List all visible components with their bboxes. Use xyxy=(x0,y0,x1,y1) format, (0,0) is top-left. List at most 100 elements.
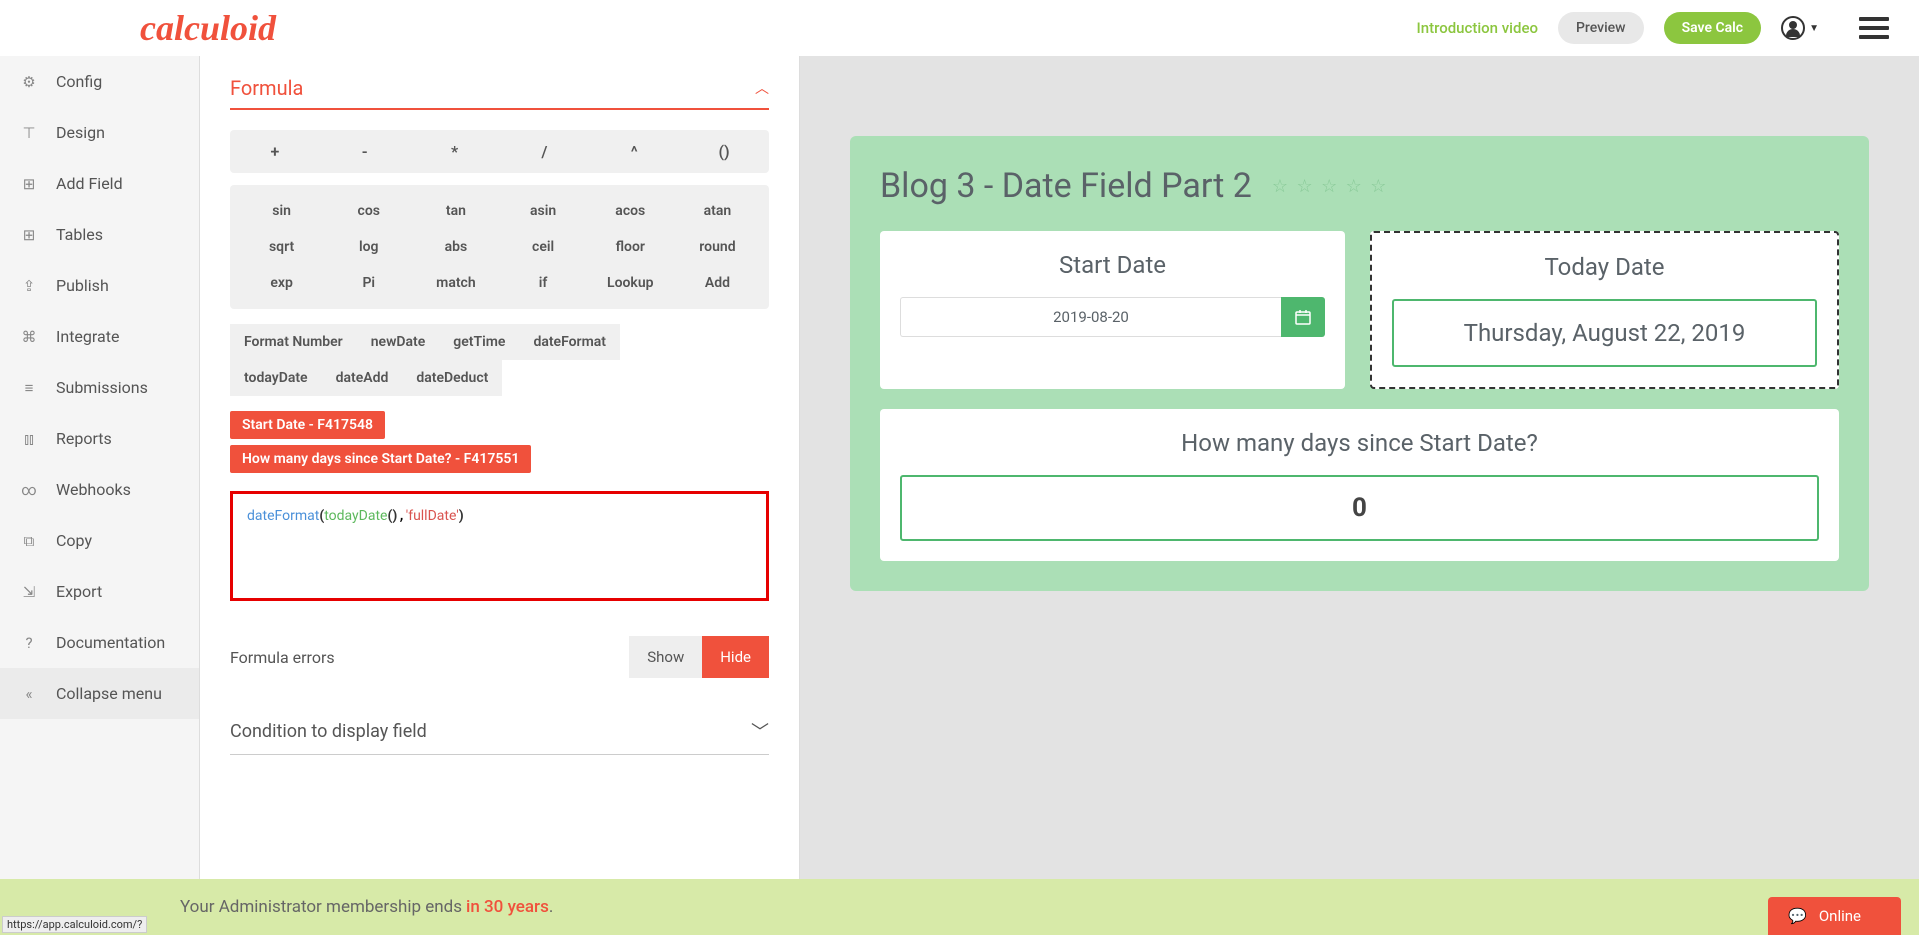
fn-atan[interactable]: atan xyxy=(674,193,761,229)
today-date-value: Thursday, August 22, 2019 xyxy=(1392,299,1817,367)
sidebar-label: Webhooks xyxy=(56,480,131,499)
condition-section-header[interactable]: Condition to display field ﹀ xyxy=(230,718,769,755)
fn-round[interactable]: round xyxy=(674,229,761,265)
op-minus[interactable]: - xyxy=(320,130,410,173)
fn-tan[interactable]: tan xyxy=(412,193,499,229)
calculator-title: Blog 3 - Date Field Part 2 xyxy=(880,166,1252,206)
sidebar-label: Add Field xyxy=(56,174,123,193)
webhooks-icon: ∞ xyxy=(20,481,38,499)
sidebar-item-config[interactable]: ⚙Config xyxy=(0,56,199,107)
preview-button[interactable]: Preview xyxy=(1558,12,1644,44)
op-parens[interactable]: () xyxy=(679,130,769,173)
chat-icon: 💬 xyxy=(1788,907,1807,925)
sidebar-item-copy[interactable]: ⧉Copy xyxy=(0,515,199,566)
start-date-title: Start Date xyxy=(900,251,1325,279)
sidebar-item-tables[interactable]: ⊞Tables xyxy=(0,209,199,260)
function-grid: sin cos tan asin acos atan sqrt log abs … xyxy=(230,185,769,309)
calculator-container: Blog 3 - Date Field Part 2 ☆ ☆ ☆ ☆ ☆ Sta… xyxy=(850,136,1869,591)
fn-exp[interactable]: exp xyxy=(238,265,325,301)
export-icon: ⇲ xyxy=(20,583,38,601)
formula-section-header[interactable]: Formula ︿ xyxy=(230,76,769,110)
reports-icon: ⫾⫾ xyxy=(20,430,38,448)
sidebar-item-add-field[interactable]: ⊞Add Field xyxy=(0,158,199,209)
result-title: How many days since Start Date? xyxy=(900,429,1819,457)
fn-todaydate[interactable]: todayDate xyxy=(230,360,322,396)
chevron-up-icon: ︿ xyxy=(755,78,769,98)
status-link: https://app.calculoid.com/? xyxy=(2,916,147,933)
sidebar-item-design[interactable]: ⊤Design xyxy=(0,107,199,158)
today-date-card[interactable]: Today Date Thursday, August 22, 2019 xyxy=(1370,231,1839,389)
result-card[interactable]: How many days since Start Date? 0 xyxy=(880,409,1839,561)
field-tags: Start Date - F417548 How many days since… xyxy=(230,411,769,473)
fn-gettime[interactable]: getTime xyxy=(439,324,519,360)
fn-pi[interactable]: Pi xyxy=(325,265,412,301)
fn-sin[interactable]: sin xyxy=(238,193,325,229)
sidebar-label: Config xyxy=(56,72,102,91)
calendar-button[interactable] xyxy=(1281,297,1325,337)
field-tag-days-since[interactable]: How many days since Start Date? - F41755… xyxy=(230,445,531,473)
fn-datededuct[interactable]: dateDeduct xyxy=(402,360,502,396)
fn-acos[interactable]: acos xyxy=(587,193,674,229)
fn-dateformat[interactable]: dateFormat xyxy=(519,324,620,360)
sidebar-item-integrate[interactable]: ⌘ Integrate xyxy=(0,311,199,362)
sidebar-label: Integrate xyxy=(56,327,119,346)
sidebar-item-publish[interactable]: ⇪Publish xyxy=(0,260,199,311)
logo[interactable]: calculoid xyxy=(140,7,276,49)
hide-errors-button[interactable]: Hide xyxy=(702,636,769,678)
sidebar-item-export[interactable]: ⇲Export xyxy=(0,566,199,617)
fn-format-number[interactable]: Format Number xyxy=(230,324,357,360)
copy-icon: ⧉ xyxy=(20,532,38,550)
fn-lookup[interactable]: Lookup xyxy=(587,265,674,301)
rating-stars[interactable]: ☆ ☆ ☆ ☆ ☆ xyxy=(1272,176,1389,197)
fn-match[interactable]: match xyxy=(412,265,499,301)
fn-ceil[interactable]: ceil xyxy=(500,229,587,265)
fn-newdate[interactable]: newDate xyxy=(357,324,440,360)
membership-bar: Your Administrator membership ends in 30… xyxy=(0,879,1919,935)
sidebar-label: Documentation xyxy=(56,633,165,652)
field-tag-start-date[interactable]: Start Date - F417548 xyxy=(230,411,385,439)
hamburger-menu[interactable] xyxy=(1859,17,1889,39)
sidebar-item-submissions[interactable]: ≡Submissions xyxy=(0,362,199,413)
online-label: Online xyxy=(1819,907,1861,925)
collapse-icon: « xyxy=(20,685,38,703)
chevron-down-icon: ﹀ xyxy=(751,718,769,744)
fn-log[interactable]: log xyxy=(325,229,412,265)
sidebar-label: Collapse menu xyxy=(56,684,162,703)
operator-row: + - * / ^ () xyxy=(230,130,769,173)
fn-sqrt[interactable]: sqrt xyxy=(238,229,325,265)
function-row-5: todayDate dateAdd dateDeduct xyxy=(230,360,769,396)
fn-add[interactable]: Add xyxy=(674,265,761,301)
online-chat-button[interactable]: 💬 Online xyxy=(1768,897,1901,935)
sidebar-label: Submissions xyxy=(56,378,148,397)
start-date-input[interactable]: 2019-08-20 xyxy=(900,297,1281,337)
show-errors-button[interactable]: Show xyxy=(629,636,702,678)
integrate-icon: ⌘ xyxy=(20,328,38,346)
fn-floor[interactable]: floor xyxy=(587,229,674,265)
save-calc-button[interactable]: Save Calc xyxy=(1664,12,1762,44)
start-date-card[interactable]: Start Date 2019-08-20 xyxy=(880,231,1345,389)
op-power[interactable]: ^ xyxy=(589,130,679,173)
fn-if[interactable]: if xyxy=(500,265,587,301)
formula-editor-panel: Formula ︿ + - * / ^ () sin cos tan asin … xyxy=(200,56,800,879)
sidebar-label: Design xyxy=(56,123,105,142)
calendar-icon xyxy=(1295,309,1311,325)
intro-video-link[interactable]: Introduction video xyxy=(1416,19,1538,37)
sidebar-item-collapse[interactable]: « Collapse menu xyxy=(0,668,199,719)
publish-icon: ⇪ xyxy=(20,277,38,295)
user-menu[interactable]: ▼ xyxy=(1781,16,1819,40)
fn-cos[interactable]: cos xyxy=(325,193,412,229)
op-multiply[interactable]: * xyxy=(410,130,500,173)
table-icon: ⊞ xyxy=(20,226,38,244)
fn-dateadd[interactable]: dateAdd xyxy=(322,360,403,396)
membership-highlight: in 30 years xyxy=(466,897,549,917)
op-divide[interactable]: / xyxy=(499,130,589,173)
formula-input[interactable]: dateFormat(todayDate(),'fullDate') xyxy=(230,491,769,601)
sidebar-item-reports[interactable]: ⫾⫾Reports xyxy=(0,413,199,464)
op-plus[interactable]: + xyxy=(230,130,320,173)
fn-abs[interactable]: abs xyxy=(412,229,499,265)
help-icon: ? xyxy=(20,634,38,652)
sidebar-item-documentation[interactable]: ? Documentation xyxy=(0,617,199,668)
sidebar-item-webhooks[interactable]: ∞ Webhooks xyxy=(0,464,199,515)
fn-asin[interactable]: asin xyxy=(500,193,587,229)
result-value: 0 xyxy=(900,475,1819,541)
